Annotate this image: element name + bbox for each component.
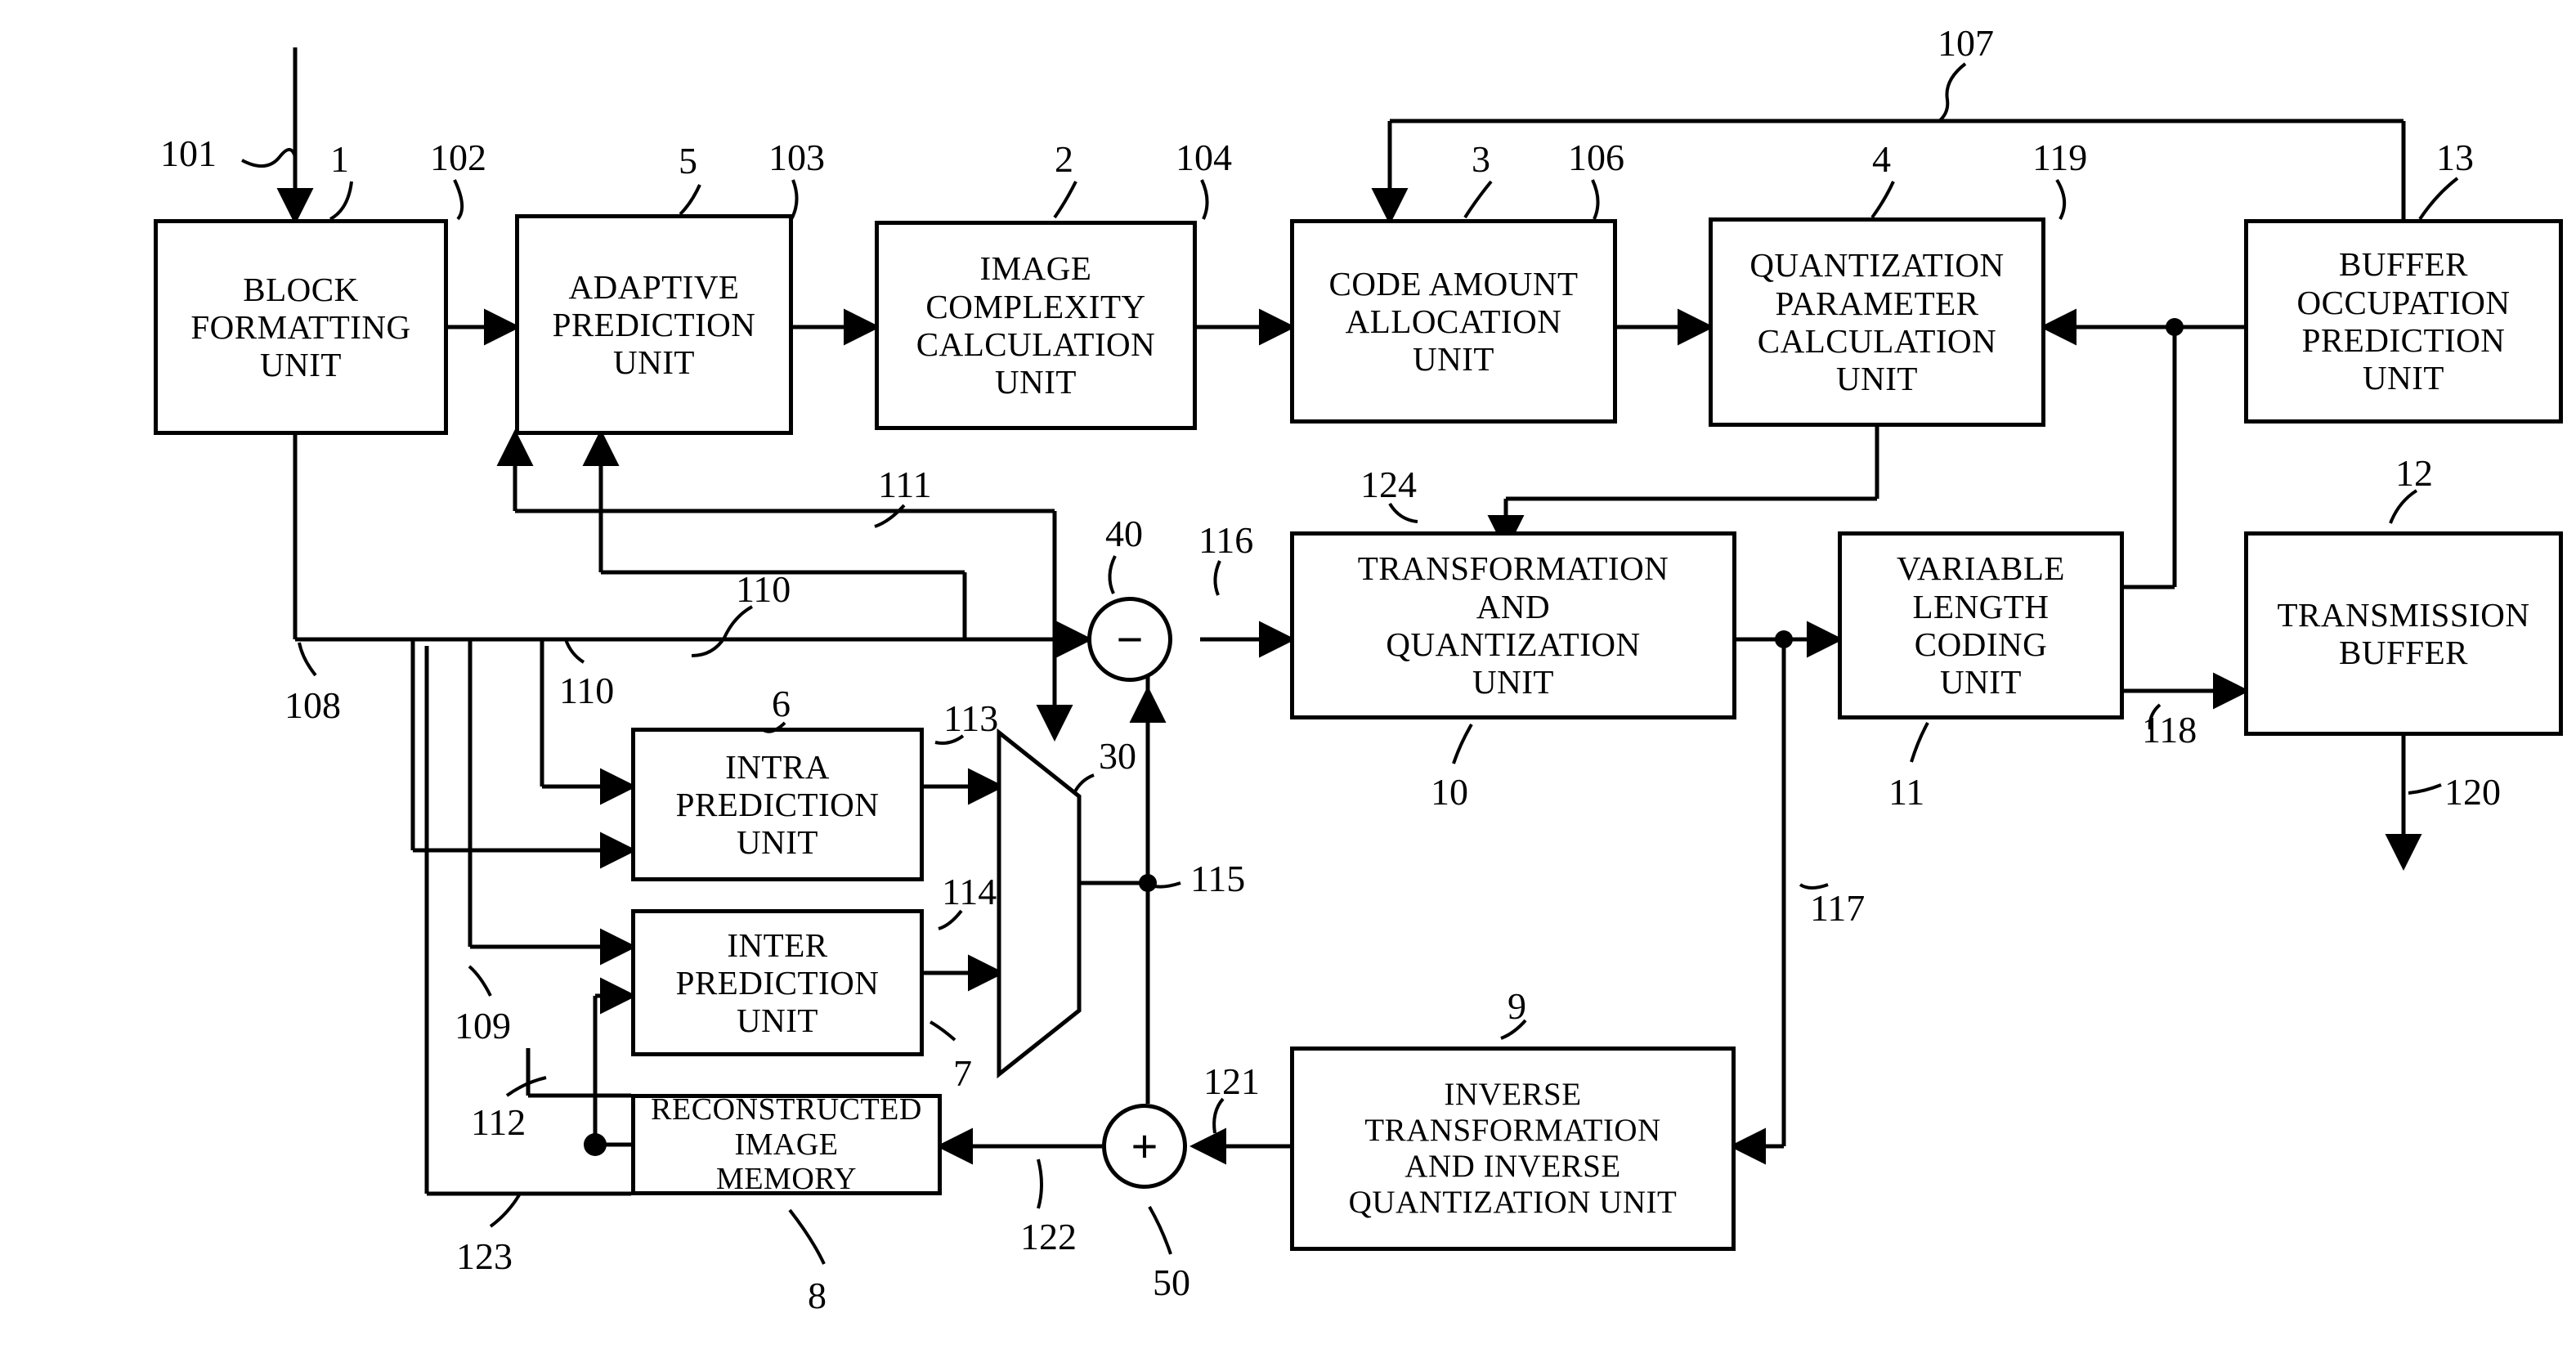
reconstructed-image-memory[interactable]: RECONSTRUCTED IMAGE MEMORY <box>631 1092 942 1196</box>
ref-8: 8 <box>808 1275 827 1316</box>
ref-106: 106 <box>1568 137 1624 178</box>
buffer-occupation-prediction-unit[interactable]: BUFFER OCCUPATION PREDICTION UNIT <box>2244 219 2563 424</box>
ref-7: 7 <box>953 1052 972 1094</box>
ref-30: 30 <box>1099 735 1136 777</box>
inverse-transformation-and-inverse-quantization-unit[interactable]: INVERSE TRANSFORMATION AND INVERSE QUANT… <box>1290 1047 1736 1251</box>
ref-10: 10 <box>1431 771 1468 813</box>
block-formatting-unit[interactable]: BLOCK FORMATTING UNIT <box>154 219 448 435</box>
intra-prediction-unit[interactable]: INTRA PREDICTION UNIT <box>631 728 924 881</box>
quantization-parameter-calculation-unit[interactable]: QUANTIZATION PARAMETER CALCULATION UNIT <box>1709 217 2045 427</box>
ref-120: 120 <box>2444 771 2501 813</box>
patent-figure-canvas: BLOCK FORMATTING UNIT ADAPTIVE PREDICTIO… <box>0 0 2576 1358</box>
ref-50: 50 <box>1153 1262 1190 1303</box>
ref-5: 5 <box>679 140 697 182</box>
ref-104: 104 <box>1176 137 1232 178</box>
ref-107: 107 <box>1938 22 1994 64</box>
ref-9: 9 <box>1508 985 1526 1027</box>
connection-lines <box>276 47 2422 1196</box>
ref-118: 118 <box>2142 709 2197 751</box>
adaptive-prediction-unit[interactable]: ADAPTIVE PREDICTION UNIT <box>515 214 793 435</box>
ref-13: 13 <box>2436 137 2474 178</box>
ref-101: 101 <box>160 132 217 174</box>
adder-node[interactable]: + <box>1102 1104 1187 1189</box>
ref-112: 112 <box>471 1101 526 1143</box>
ref-109: 109 <box>455 1005 511 1047</box>
ref-2: 2 <box>1055 138 1073 180</box>
ref-110-upper: 110 <box>736 568 791 610</box>
transmission-buffer[interactable]: TRANSMISSION BUFFER <box>2244 531 2563 736</box>
ref-121: 121 <box>1203 1060 1260 1102</box>
ref-108: 108 <box>284 684 341 726</box>
leader-lines <box>241 62 2459 1265</box>
subtractor-node[interactable]: − <box>1087 597 1172 682</box>
multiplexer-selector[interactable] <box>994 728 1084 1079</box>
ref-103: 103 <box>768 137 825 178</box>
ref-114: 114 <box>942 871 997 912</box>
image-complexity-calculation-unit[interactable]: IMAGE COMPLEXITY CALCULATION UNIT <box>875 221 1197 430</box>
ref-124: 124 <box>1360 464 1417 505</box>
ref-110-lower: 110 <box>559 670 615 711</box>
inter-prediction-unit[interactable]: INTER PREDICTION UNIT <box>631 909 924 1056</box>
ref-102: 102 <box>430 137 486 178</box>
ref-6: 6 <box>772 683 791 724</box>
ref-119: 119 <box>2032 137 2088 178</box>
ref-11: 11 <box>1888 771 1925 813</box>
ref-123: 123 <box>456 1235 513 1277</box>
ref-40: 40 <box>1105 513 1143 554</box>
ref-116: 116 <box>1198 519 1254 561</box>
ref-117: 117 <box>1810 887 1866 929</box>
ref-12: 12 <box>2395 452 2433 494</box>
ref-1: 1 <box>330 138 349 180</box>
ref-4: 4 <box>1872 138 1891 180</box>
ref-115: 115 <box>1190 858 1246 899</box>
ref-113: 113 <box>943 697 999 739</box>
ref-122: 122 <box>1020 1216 1077 1257</box>
code-amount-allocation-unit[interactable]: CODE AMOUNT ALLOCATION UNIT <box>1290 219 1617 424</box>
transformation-and-quantization-unit[interactable]: TRANSFORMATION AND QUANTIZATION UNIT <box>1290 531 1736 719</box>
ref-111: 111 <box>878 464 932 505</box>
ref-3: 3 <box>1472 138 1490 180</box>
variable-length-coding-unit[interactable]: VARIABLE LENGTH CODING UNIT <box>1838 531 2124 719</box>
